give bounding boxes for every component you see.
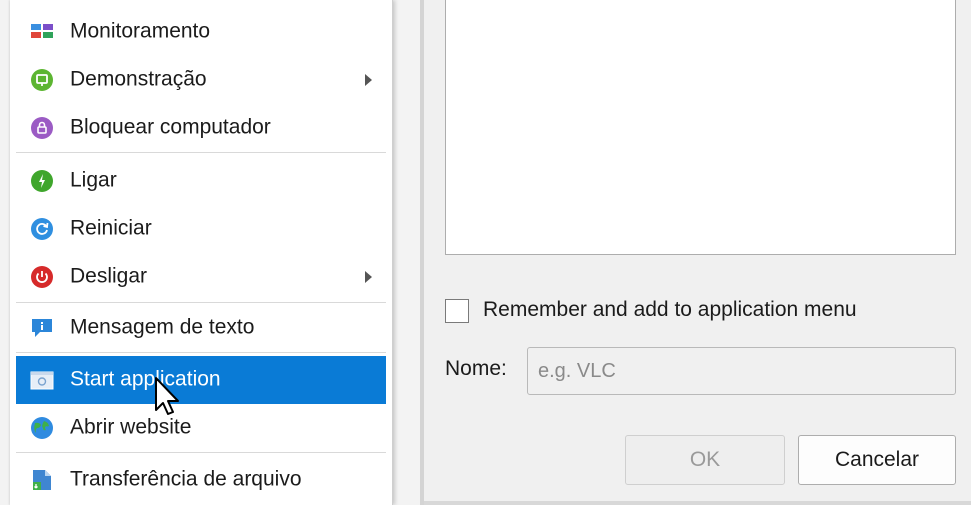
menu-separator [16,302,386,303]
menu-item-demonstracao[interactable]: Demonstração [16,56,386,104]
restart-icon [30,217,54,241]
menu-item-label: Reiniciar [70,216,152,240]
menu-item-label: Transferência de arquivo [70,467,302,491]
menu-separator [16,352,386,353]
menu-item-label: Monitoramento [70,19,211,43]
menu-item-label: Demonstração [70,67,207,91]
ok-button[interactable]: OK [625,435,785,485]
name-label: Nome: [445,357,507,380]
menu-item-transferencia-de-arquivo[interactable]: Transferência de arquivo [16,456,386,504]
lock-icon [30,116,54,140]
submenu-arrow-icon [365,271,372,283]
message-icon [30,316,54,340]
application-command-textarea[interactable] [445,0,956,255]
menu-item-abrir-website[interactable]: Abrir website [16,404,386,452]
menu-item-ligar[interactable]: Ligar [16,157,386,205]
menu-item-label: Bloquear computador [70,115,271,139]
power-on-icon [30,169,54,193]
monitor-tiles-icon [30,20,54,44]
remember-checkbox[interactable] [445,299,469,323]
dialog-bottom-edge [424,501,971,505]
power-off-icon [30,265,54,289]
context-menu: Monitoramento Demonstração Bloquear comp… [10,0,393,505]
mouse-pointer-icon [152,376,184,420]
menu-item-bloquear-computador[interactable]: Bloquear computador [16,104,386,152]
menu-separator [16,452,386,453]
menu-item-desligar[interactable]: Desligar [16,253,386,301]
menu-item-label: Desligar [70,264,148,288]
name-input[interactable] [527,347,956,395]
demo-icon [30,68,54,92]
submenu-arrow-icon [365,74,372,86]
globe-icon [30,416,54,440]
menu-item-label: Mensagem de texto [70,315,255,339]
menu-item-monitoramento[interactable]: Monitoramento [16,8,386,56]
remember-checkbox-label[interactable]: Remember and add to application menu [483,298,857,322]
menu-item-start-application[interactable]: Start application [16,356,386,404]
menu-item-label: Start application [70,367,221,391]
file-transfer-icon [30,468,54,492]
menu-item-reiniciar[interactable]: Reiniciar [16,205,386,253]
application-icon [30,368,54,392]
menu-item-label: Ligar [70,168,117,192]
menu-item-mensagem-de-texto[interactable]: Mensagem de texto [16,304,386,352]
cancel-button[interactable]: Cancelar [798,435,956,485]
menu-separator [16,152,386,153]
